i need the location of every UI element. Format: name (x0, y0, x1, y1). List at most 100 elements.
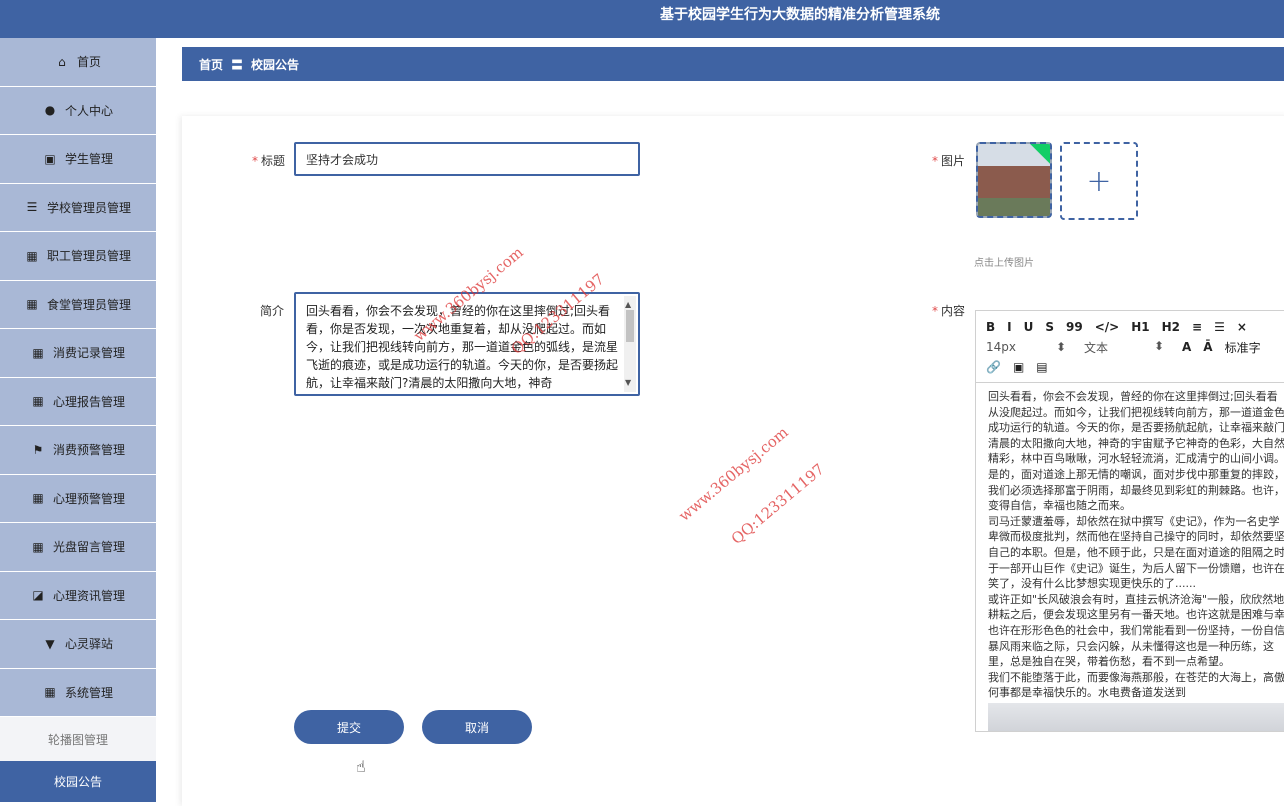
editor-paragraph-line: 何事都是幸福快乐的。水电费备道发送到 (988, 686, 1186, 700)
breadcrumb-current: 校园公告 (251, 57, 300, 72)
editor-paragraph-line: 是的，面对道途上那无情的嘲讽，面对步伐中那重复的摔跤， (988, 467, 1284, 481)
editor-paragraph-line: 里，总是独自在哭，带着伤愁，看不到一点希望。 (988, 655, 1230, 669)
flag-icon: ⚑ (32, 442, 44, 457)
editor-paragraph-line: 于一部开山巨作《史记》诞生，为后人留下一份馈赠，也许在 (988, 561, 1284, 575)
font-family-select[interactable]: 标准字 (1225, 339, 1261, 356)
sidebar: ⌂ 首页 ● 个人中心 ▣ 学生管理 ☰ 学校管理员管理 ▦ 职工管理员管理 ▦ 食堂管理员管理 ▦ 消费… (0, 38, 156, 803)
editor-paragraph-line: 清晨的太阳撒向大地，神奇的宇宙赋予它神奇的色彩，大自然 (988, 436, 1284, 450)
heading2-button[interactable]: H2 (1162, 320, 1180, 334)
quote-button[interactable]: 99 (1066, 320, 1083, 334)
grid-icon: ▦ (26, 248, 38, 263)
sidebar-item-carousel[interactable]: 轮播图管理 (0, 717, 156, 761)
home-icon: ⌂ (58, 54, 66, 69)
unordered-list-button[interactable]: ☰ (1214, 320, 1225, 334)
sidebar-item-label: 个人中心 (64, 103, 113, 118)
sidebar-item-label: 食堂管理员管理 (46, 297, 131, 312)
sidebar-item-label: 职工管理员管理 (46, 249, 131, 264)
background-color-button[interactable]: Ā (1203, 340, 1212, 354)
editor-paragraph-line: 笑了，没有什么比梦想实现更快乐的了...... (988, 577, 1196, 591)
intro-label: 简介 (260, 304, 285, 318)
list-icon: ☰ (26, 200, 38, 215)
video-icon[interactable]: ▤ (1036, 360, 1047, 374)
grid-icon: ▦ (32, 394, 44, 409)
cancel-button[interactable]: 取消 (422, 710, 532, 744)
intro-textarea[interactable]: 回头看看，你会不会发现，曾经的你在这里摔倒过;回头看看，你是否发现，一次次地重复… (294, 292, 640, 396)
title-label: * 标题 (252, 154, 286, 168)
editor-paragraph-line: 或许正如"长风破浪会有时，直挂云帆济沧海"一般，欣欣然地 (988, 592, 1284, 606)
more-button[interactable]: × (1237, 320, 1247, 334)
editor-paragraph-line: 耕耘之后，便会发现这里另有一番天地。也许这就是困难与幸 (988, 608, 1284, 622)
editor-paragraph-line: 暴风雨来临之际，只会闪躲，从未懂得这也是一种历练，这 (988, 639, 1274, 653)
sidebar-item-8[interactable]: ⚑ 消费预警管理 (0, 426, 156, 475)
clipboard-icon: ▣ (44, 151, 56, 166)
strikethrough-button[interactable]: S (1045, 320, 1054, 334)
editor-inline-image (988, 702, 1284, 731)
ordered-list-button[interactable]: ≡ (1192, 320, 1202, 334)
heading1-button[interactable]: H1 (1131, 320, 1149, 334)
content-label: * 内容 (932, 304, 966, 318)
sidebar-item-label: 首页 (76, 55, 101, 70)
textarea-scrollbar[interactable]: ▲ ▼ (624, 296, 636, 392)
sidebar-item-10[interactable]: ▦ 光盘留言管理 (0, 523, 156, 572)
sidebar-item-3[interactable]: ☰ 学校管理员管理 (0, 184, 156, 232)
image-label: * 图片 (932, 154, 966, 168)
breadcrumb-separator: 〓 (231, 57, 244, 72)
underline-button[interactable]: U (1024, 320, 1034, 334)
editor-paragraph-line: 自己的本职。但是，他不顾于此，只是在面对道途的阻隔之时 (988, 545, 1284, 559)
sidebar-item-9[interactable]: ▦ 心理预警管理 (0, 475, 156, 523)
upload-hint: 点击上传图片 (974, 258, 1034, 269)
font-color-button[interactable]: A (1182, 340, 1191, 354)
brush-icon: ▼ (45, 636, 55, 651)
grid-icon: ▦ (44, 685, 56, 700)
breadcrumb-home[interactable]: 首页 (199, 56, 223, 73)
sidebar-item-label: 光盘留言管理 (52, 540, 125, 555)
grid-icon: ▦ (32, 491, 44, 506)
sidebar-item-label: 学生管理 (64, 152, 113, 167)
editor-paragraph-line: 卑微而极度批判，然而他在坚持自己操守的同时，却依然要坚 (988, 530, 1284, 544)
code-button[interactable]: </> (1095, 320, 1120, 334)
link-icon[interactable]: 🔗 (986, 360, 1001, 374)
mouse-cursor-icon: ☝ (356, 757, 366, 776)
sidebar-item-label: 心灵驿站 (64, 637, 113, 652)
sidebar-item-label: 学校管理员管理 (46, 200, 131, 215)
image-icon[interactable]: ▣ (1013, 360, 1024, 374)
editor-paragraph-line: 变得自信，幸福也随之而来。 (988, 499, 1131, 513)
editor-toolbar: B I U S 99 </> H1 H2 ≡ ☰ × 14px ⬍ 文本 ⬍ A Ā 标准字 🔗 ▣ ▤ (976, 311, 1284, 383)
grid-icon: ▦ (32, 345, 44, 360)
bold-button[interactable]: B (986, 320, 995, 334)
sidebar-item-7[interactable]: ▦ 心理报告管理 (0, 378, 156, 426)
sidebar-item-1[interactable]: ● 个人中心 (0, 87, 156, 135)
editor-paragraph-line: 精彩，林中百鸟啾啾，河水轻轻流淌，汇成清宁的山间小调。 (988, 452, 1284, 466)
sidebar-item-12[interactable]: ▼ 心灵驿站 (0, 620, 156, 669)
submit-button[interactable]: 提交 (294, 710, 404, 744)
editor-paragraph-line: 回头看看，你会不会发现，曾经的你在这里摔倒过;回头看看 (988, 390, 1278, 403)
sidebar-item-label: 心理预警管理 (52, 491, 125, 506)
sidebar-item-campus-notice[interactable]: 校园公告 (0, 761, 156, 803)
sidebar-item-label: 心理资讯管理 (52, 588, 125, 603)
app-title: 基于校园学生行为大数据的精准分析管理系统 (660, 7, 940, 23)
user-icon: ● (44, 103, 56, 118)
editor-content[interactable]: 回头看看，你会不会发现，曾经的你在这里摔倒过;回头看看 从没爬起过。而如今，让我们… (976, 383, 1284, 731)
sidebar-item-label: 心理报告管理 (52, 394, 125, 409)
grid-icon: ▦ (26, 297, 38, 312)
editor-paragraph-line: 司马迁蒙遭羞辱，却依然在狱中撰写《史记》，作为一名史学 (988, 514, 1280, 528)
sidebar-item-11[interactable]: ◪ 心理资讯管理 (0, 572, 156, 620)
main-content: 首页 〓 校园公告 * 标题 坚持才会成功 简介 回头看看，你会不会发现，曾经的你… (156, 38, 1284, 806)
scroll-down-icon[interactable]: ▼ (625, 374, 631, 392)
sidebar-item-6[interactable]: ▦ 消费记录管理 (0, 329, 156, 378)
sidebar-item-2[interactable]: ▣ 学生管理 (0, 135, 156, 184)
sidebar-item-0[interactable]: ⌂ 首页 (0, 38, 156, 87)
italic-button[interactable]: I (1007, 320, 1011, 334)
title-input[interactable]: 坚持才会成功 (294, 142, 640, 176)
uploaded-image-thumbnail[interactable] (976, 142, 1052, 218)
rich-text-editor[interactable]: B I U S 99 </> H1 H2 ≡ ☰ × 14px ⬍ 文本 ⬍ A Ā 标准字 🔗 ▣ ▤… (975, 310, 1284, 732)
chart-icon: ◪ (32, 588, 44, 603)
font-size-select[interactable]: 14px ⬍ (986, 340, 1066, 354)
breadcrumb: 首页 〓 校园公告 (182, 47, 1284, 81)
sidebar-item-5[interactable]: ▦ 食堂管理员管理 (0, 281, 156, 329)
sidebar-item-13[interactable]: ▦ 系统管理 (0, 669, 156, 717)
scroll-thumb[interactable] (626, 310, 634, 342)
upload-image-button[interactable]: + (1060, 142, 1138, 220)
block-type-select[interactable]: 文本 ⬍ (1084, 339, 1164, 356)
sidebar-item-4[interactable]: ▦ 职工管理员管理 (0, 232, 156, 281)
